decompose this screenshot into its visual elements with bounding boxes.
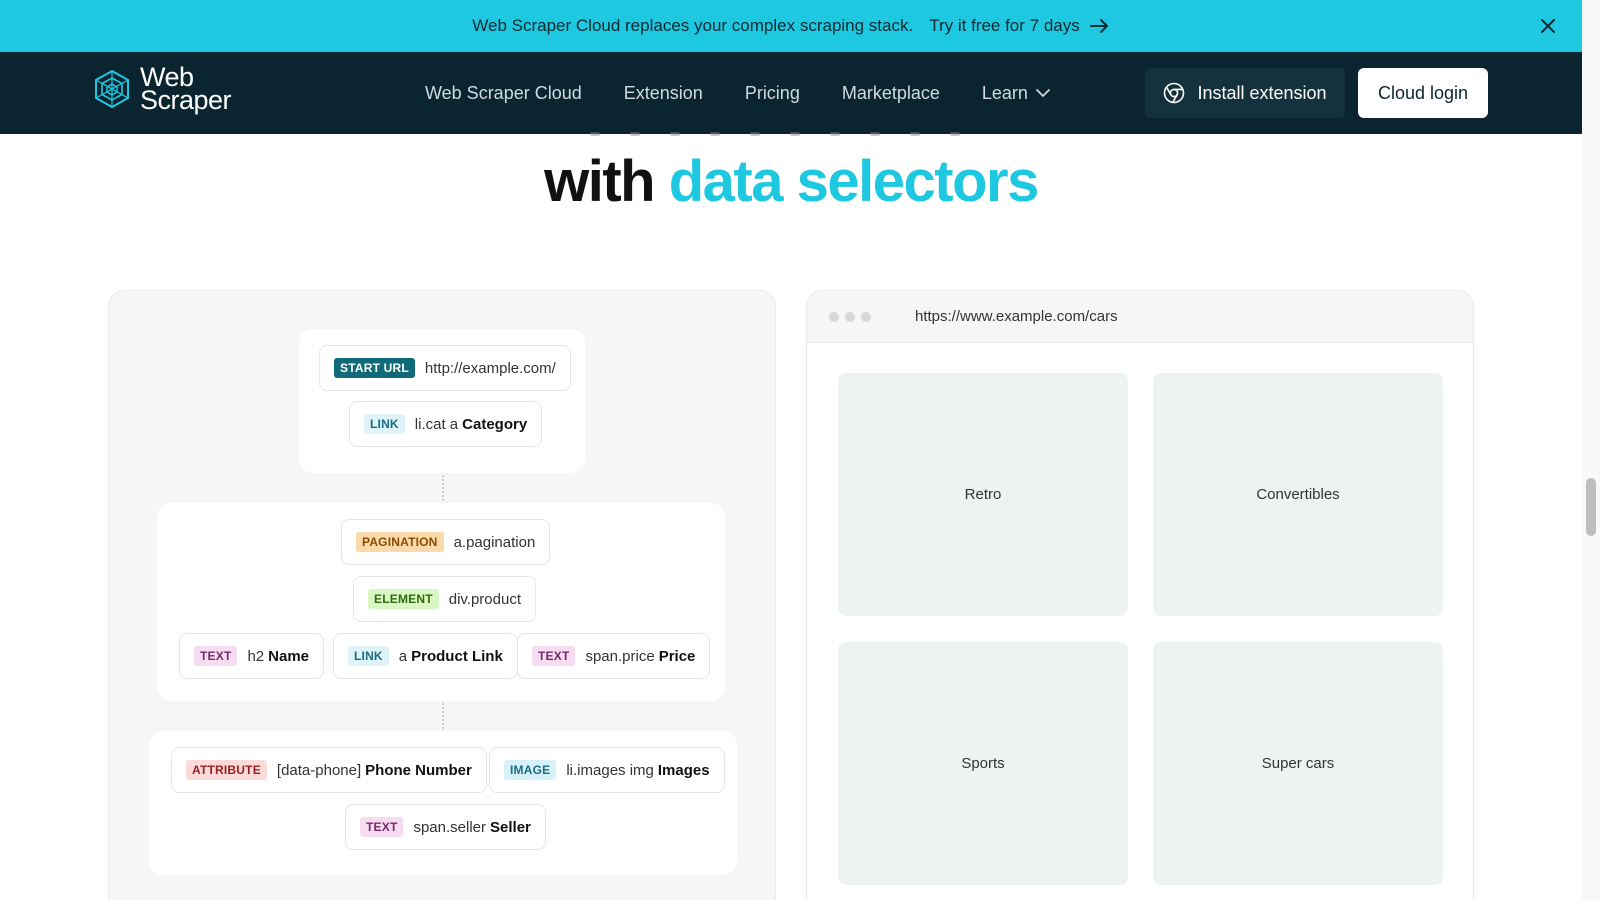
promo-cta-link[interactable]: Try it free for 7 days	[929, 16, 1110, 36]
price-name: Price	[658, 647, 696, 665]
tag-pagination: PAGINATION	[356, 532, 444, 552]
seller-name: Seller	[490, 818, 531, 836]
tag-image: IMAGE	[504, 760, 557, 780]
category-tile-super-cars[interactable]: Super cars	[1153, 642, 1443, 885]
cloud-login-button[interactable]: Cloud login	[1358, 68, 1488, 118]
category-name: Category	[462, 415, 528, 433]
logo-web-icon	[95, 69, 129, 109]
name-selector: h2	[247, 647, 265, 665]
promo-cta-label: Try it free for 7 days	[929, 16, 1080, 35]
selector-price[interactable]: TEXT span.price Price	[517, 633, 711, 679]
promo-banner: Web Scraper Cloud replaces your complex …	[0, 0, 1582, 52]
tag-link: LINK	[348, 646, 389, 666]
product-link-name: Product Link	[411, 647, 503, 665]
browser-preview-panel: https://www.example.com/cars Retro Conve…	[806, 290, 1474, 900]
headline-prefix: with	[544, 149, 655, 214]
page-scrollbar[interactable]	[1582, 0, 1600, 900]
promo-message: Web Scraper Cloud replaces your complex …	[472, 16, 914, 35]
selector-element[interactable]: ELEMENT div.product	[353, 576, 536, 622]
main-nav: Web Scraper Web Scraper Cloud Extension …	[0, 52, 1582, 134]
tile-label: Convertibles	[1256, 486, 1340, 503]
product-link-selector: a	[398, 647, 408, 665]
selector-category[interactable]: LINK li.cat a Category	[349, 401, 543, 447]
chrome-icon	[1164, 82, 1185, 104]
tag-element: ELEMENT	[368, 589, 439, 609]
seller-selector: span.seller	[413, 818, 487, 836]
close-icon[interactable]	[1536, 14, 1560, 38]
tree-connector	[442, 703, 444, 733]
phone-name: Phone Number	[365, 761, 472, 779]
headline-accent: data selectors	[668, 149, 1040, 214]
start-url-value: http://example.com/	[424, 359, 556, 377]
nav-item-web-scraper-cloud[interactable]: Web Scraper Cloud	[425, 83, 582, 104]
nav-item-learn-label: Learn	[981, 82, 1028, 103]
browser-address-bar: https://www.example.com/cars	[807, 291, 1473, 343]
selector-images[interactable]: IMAGE li.images img Images	[489, 747, 725, 793]
install-extension-button[interactable]: Install extension	[1145, 68, 1345, 118]
tag-start-url: START URL	[334, 358, 415, 378]
tile-label: Super cars	[1261, 755, 1335, 772]
tag-text: TEXT	[194, 646, 238, 666]
phone-selector: [data-phone]	[276, 761, 362, 779]
chevron-down-icon	[1036, 89, 1050, 97]
window-dots-icon	[829, 311, 871, 322]
nav-menu: Web Scraper Cloud Extension Pricing Mark…	[425, 52, 1050, 134]
clipped-heading-remnant	[590, 132, 990, 138]
name-name: Name	[268, 647, 310, 665]
selector-product-link[interactable]: LINK a Product Link	[333, 633, 518, 679]
tile-label: Retro	[964, 486, 1002, 503]
tag-attribute: ATTRIBUTE	[186, 760, 267, 780]
selector-start-url[interactable]: START URL http://example.com/	[319, 345, 571, 391]
logo-text: Web Scraper	[140, 64, 232, 115]
nav-item-pricing[interactable]: Pricing	[745, 83, 800, 104]
section-headline: with data selectors	[0, 148, 1582, 215]
tree-connector	[442, 475, 444, 505]
selector-tree-panel: START URL http://example.com/ LINK li.ca…	[108, 290, 776, 900]
price-selector: span.price	[585, 647, 655, 665]
tag-text: TEXT	[360, 817, 404, 837]
images-selector: li.images img	[566, 761, 654, 779]
category-tile-sports[interactable]: Sports	[838, 642, 1128, 885]
browser-url: https://www.example.com/cars	[915, 308, 1118, 325]
category-tile-convertibles[interactable]: Convertibles	[1153, 373, 1443, 616]
selector-seller[interactable]: TEXT span.seller Seller	[345, 804, 546, 850]
nav-item-marketplace[interactable]: Marketplace	[842, 83, 940, 104]
images-name: Images	[657, 761, 710, 779]
selector-phone-number[interactable]: ATTRIBUTE [data-phone] Phone Number	[171, 747, 487, 793]
arrow-right-icon	[1089, 19, 1108, 33]
category-tile-retro[interactable]: Retro	[838, 373, 1128, 616]
nav-item-learn[interactable]: Learn	[982, 83, 1050, 104]
logo[interactable]: Web Scraper	[92, 64, 232, 115]
pagination-selector: a.pagination	[453, 533, 536, 551]
tag-link: LINK	[364, 414, 405, 434]
selector-name[interactable]: TEXT h2 Name	[179, 633, 325, 679]
selector-pagination[interactable]: PAGINATION a.pagination	[341, 519, 551, 565]
logo-line-2: Scraper	[140, 85, 232, 115]
install-extension-label: Install extension	[1197, 82, 1327, 103]
tile-label: Sports	[961, 755, 1005, 772]
nav-item-extension[interactable]: Extension	[624, 83, 703, 104]
scrollbar-thumb[interactable]	[1586, 478, 1596, 536]
category-selector: li.cat a	[414, 415, 459, 433]
tag-text: TEXT	[532, 646, 576, 666]
element-selector: div.product	[448, 590, 521, 608]
